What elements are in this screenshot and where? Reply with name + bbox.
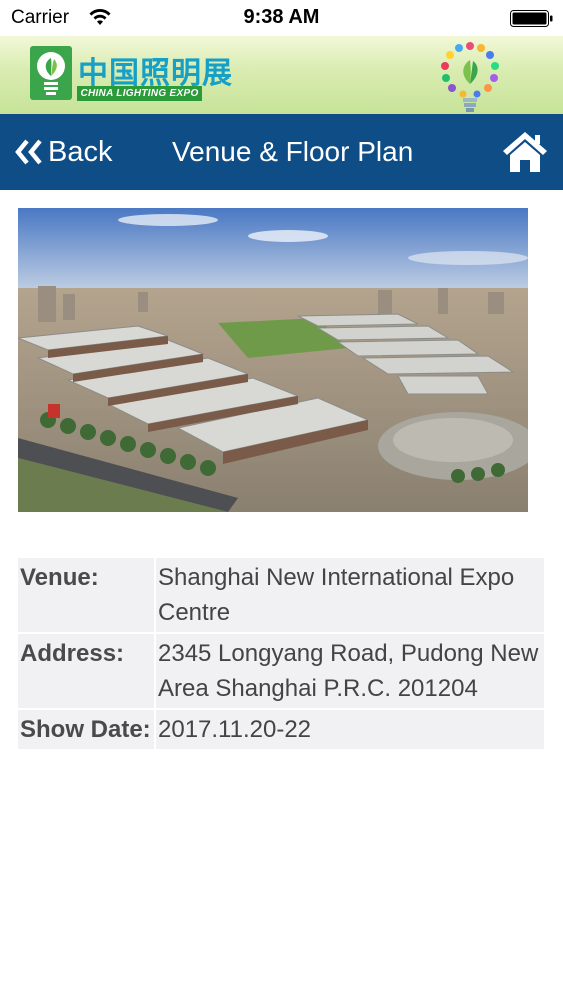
navigation-bar: Back Venue & Floor Plan [0,114,563,190]
venue-aerial-photo [18,208,528,512]
page-title: Venue & Floor Plan [172,136,414,167]
address-value: 2345 Longyang Road, Pudong New Area Shan… [156,634,544,708]
back-button-label: Back [48,135,113,168]
clock: 9:38 AM [243,6,320,28]
status-bar: Carrier 9:38 AM [0,0,563,36]
venue-value: Shanghai New International Expo Centre [156,558,544,632]
double-chevron-left-icon [15,139,42,165]
lightbulb-logo-icon [30,46,72,100]
venue-label: Venue: [18,558,156,632]
table-row-address: Address: 2345 Longyang Road, Pudong New … [18,634,544,708]
back-button[interactable]: Back [14,130,112,174]
show-date-label: Show Date: [18,710,156,749]
home-icon[interactable] [501,129,549,175]
table-row-show-date: Show Date: 2017.11.20-22 [18,710,544,749]
show-date-value: 2017.11.20-22 [156,710,544,749]
table-row-venue: Venue: Shanghai New International Expo C… [18,558,544,632]
venue-info-table: Venue: Shanghai New International Expo C… [18,556,544,751]
logo-english-text: CHINA LIGHTING EXPO [77,86,202,101]
battery-icon [510,10,553,27]
colorful-bulb-decoration-icon [441,42,499,112]
header-banner: 中国照明展 CHINA LIGHTING EXPO [0,36,563,114]
address-label: Address: [18,634,156,708]
